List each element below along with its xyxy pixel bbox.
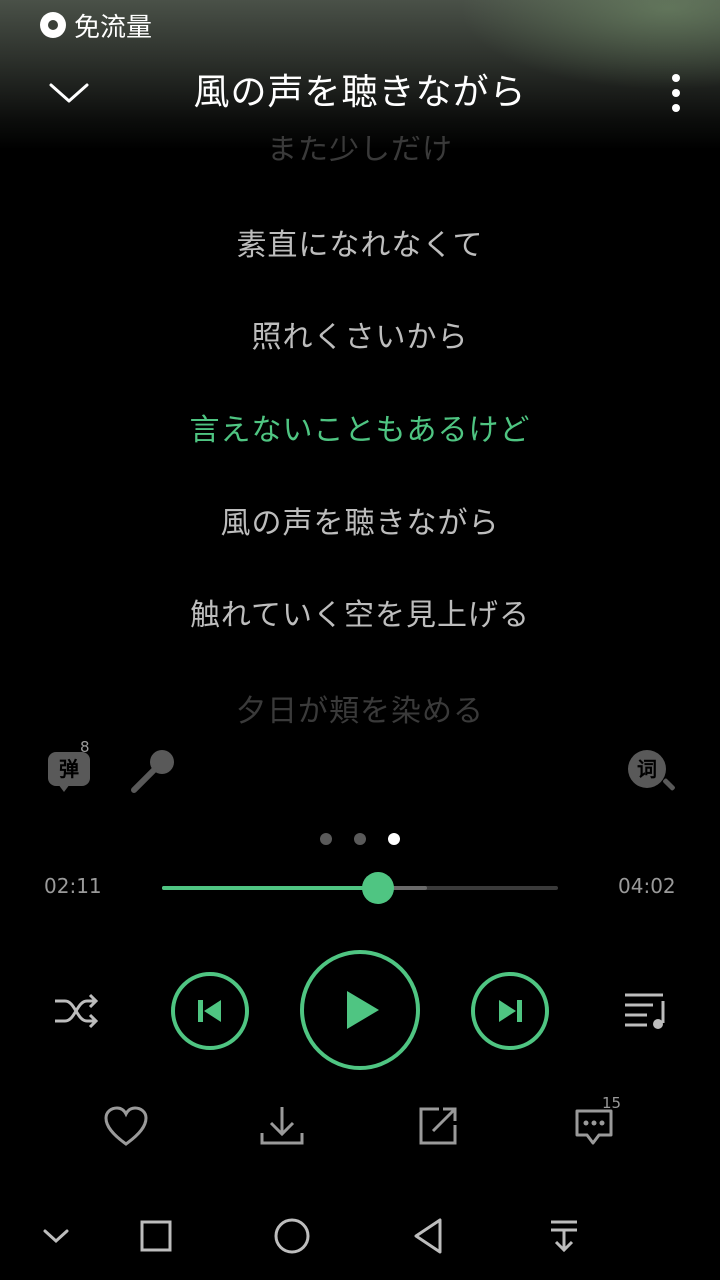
app-logo-icon — [40, 12, 66, 38]
lyric-line[interactable]: 夕日が頬を染める — [0, 692, 720, 724]
collapse-button[interactable] — [44, 68, 94, 118]
chevron-down-icon — [49, 83, 89, 103]
elapsed-time: 02:11 — [44, 874, 102, 898]
progress-bar[interactable] — [162, 872, 558, 904]
total-time: 04:02 — [618, 874, 676, 898]
magnifier-handle — [662, 777, 676, 792]
share-icon — [419, 1107, 457, 1145]
lyric-search-button[interactable]: 词 — [624, 748, 678, 796]
song-title: 風の声を聴きながら — [193, 72, 527, 113]
hide-navbar-button[interactable] — [30, 1210, 82, 1262]
heart-icon — [104, 1106, 148, 1146]
current-lyric-line[interactable]: 言えないこともあるけど — [0, 411, 720, 451]
more-dot-icon — [672, 74, 680, 82]
download-icon — [260, 1107, 304, 1145]
skip-next-icon — [499, 1000, 522, 1022]
lyric-line[interactable]: 風の声を聴きながら — [0, 504, 720, 544]
lyric-line[interactable]: また少しだけ — [0, 136, 720, 164]
next-track-button[interactable] — [471, 972, 549, 1050]
previous-track-button[interactable] — [171, 972, 249, 1050]
download-button[interactable] — [254, 1100, 310, 1152]
page-indicator — [320, 832, 400, 846]
lyric-line[interactable]: 触れていく空を見上げる — [0, 596, 720, 636]
more-options-button[interactable] — [656, 68, 696, 118]
music-player-screen: 免流量 風の声を聴きながら また少しだけ 素直になれなくて 照れくさいから 言え… — [0, 0, 720, 1280]
chevron-down-icon — [43, 1229, 69, 1244]
play-icon — [347, 991, 379, 1029]
back-button[interactable] — [402, 1210, 454, 1262]
progress-thumb[interactable] — [361, 872, 394, 904]
danmaku-button[interactable]: 弹 8 — [48, 738, 96, 796]
circle-icon — [274, 1218, 310, 1254]
lyric-line[interactable]: 照れくさいから — [0, 318, 720, 358]
skip-previous-icon — [198, 1000, 221, 1022]
free-traffic-label: 免流量 — [74, 12, 153, 43]
more-dot-icon — [672, 104, 680, 112]
page-dot[interactable] — [354, 833, 366, 845]
player-header: 風の声を聴きながら — [0, 58, 720, 128]
karaoke-button[interactable] — [126, 744, 182, 800]
page-dot-active[interactable] — [388, 833, 400, 845]
play-button[interactable] — [300, 950, 420, 1070]
free-traffic-indicator: 免流量 — [40, 8, 153, 43]
triangle-back-icon — [414, 1218, 442, 1254]
lyrics-panel[interactable]: また少しだけ 素直になれなくて 照れくさいから 言えないこともあるけど 風の声を… — [0, 128, 720, 738]
lyric-line[interactable]: 素直になれなくて — [0, 226, 720, 266]
lyric-search-icon: 词 — [628, 750, 666, 788]
shuffle-icon — [55, 993, 99, 1029]
page-dot[interactable] — [320, 833, 332, 845]
playlist-button[interactable] — [618, 986, 674, 1036]
recent-apps-button[interactable] — [130, 1210, 182, 1262]
square-icon — [140, 1220, 172, 1252]
comment-button[interactable]: 15 — [566, 1094, 622, 1152]
like-button[interactable] — [98, 1100, 154, 1152]
progress-played — [162, 886, 378, 890]
more-dot-icon — [672, 89, 680, 97]
shuffle-button[interactable] — [48, 986, 104, 1036]
system-navigation-bar — [0, 1190, 720, 1280]
danmaku-bubble-tail — [58, 784, 70, 792]
danmaku-icon: 弹 — [48, 752, 90, 786]
pull-down-icon — [551, 1220, 577, 1253]
home-button[interactable] — [266, 1210, 318, 1262]
microphone-icon — [131, 750, 174, 793]
notification-drawer-button[interactable] — [538, 1210, 590, 1262]
danmaku-count-badge: 8 — [80, 738, 90, 756]
comment-count-badge: 15 — [602, 1094, 622, 1112]
share-button[interactable] — [410, 1100, 466, 1152]
playlist-icon — [625, 993, 665, 1029]
